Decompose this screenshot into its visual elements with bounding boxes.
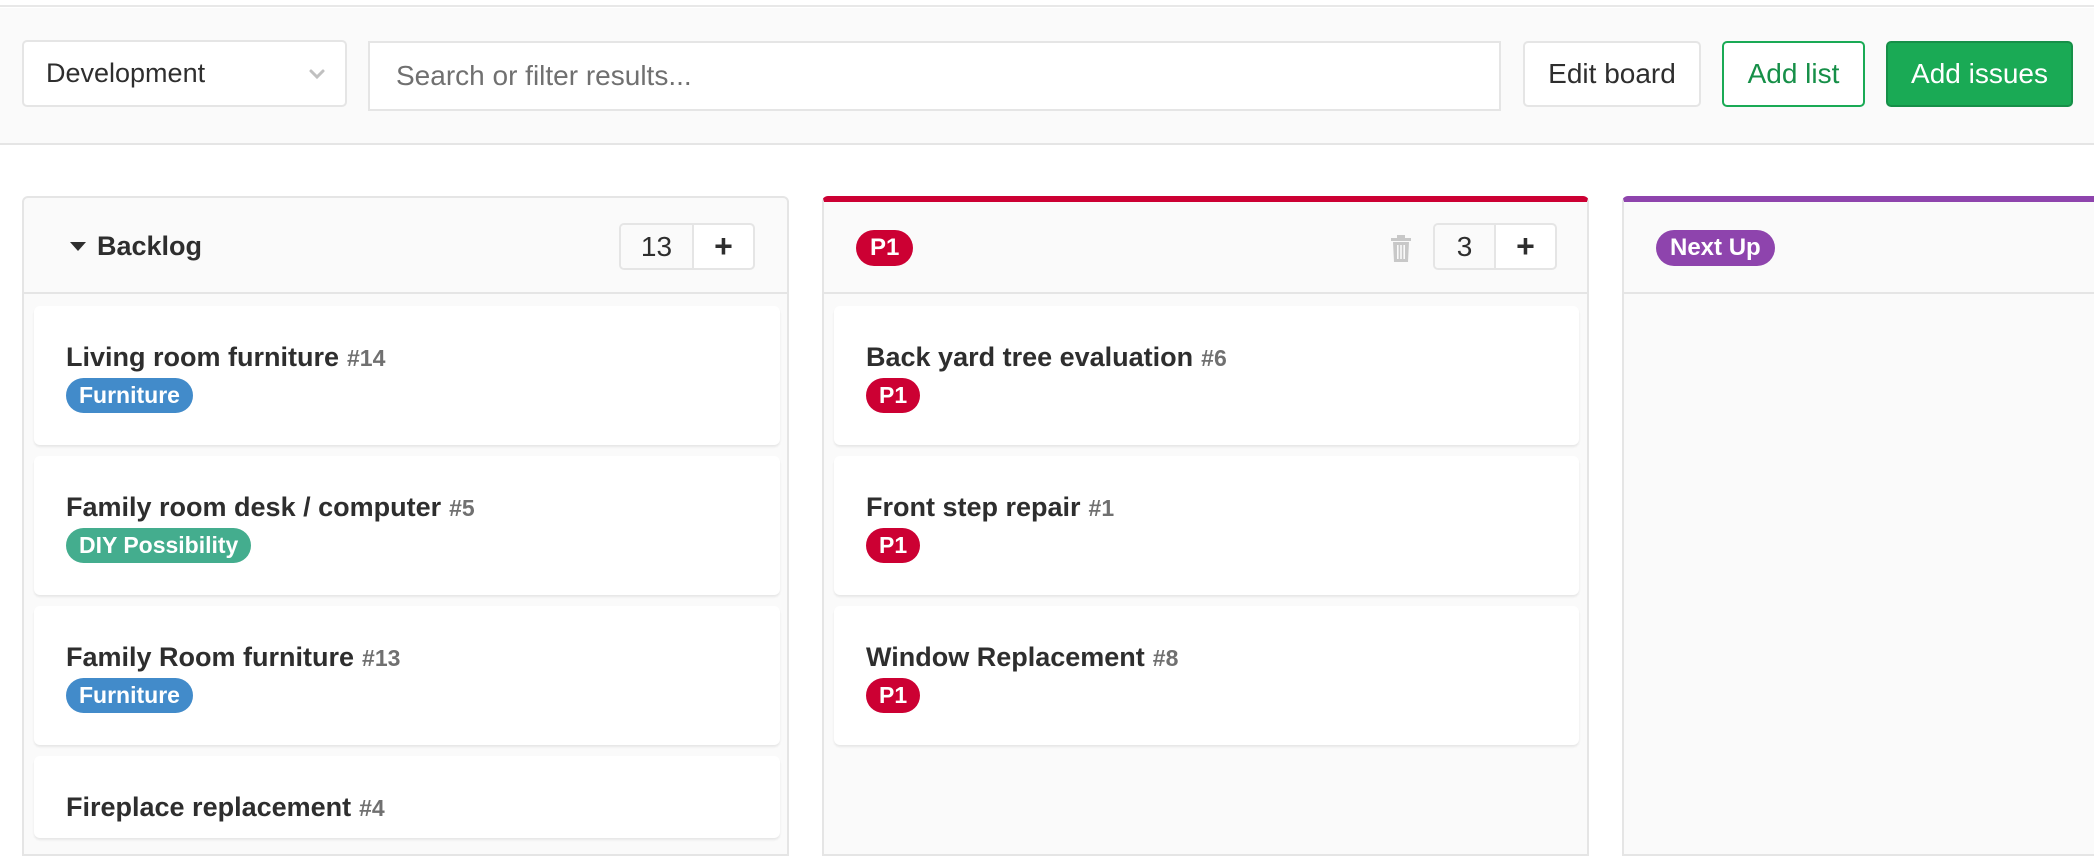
caret-down-icon[interactable] [70, 241, 86, 251]
issue-ref: #1 [1088, 495, 1115, 521]
issue-count-box: 13 + [619, 223, 755, 270]
label-furniture[interactable]: Furniture [66, 678, 193, 713]
issue-title-text[interactable]: Front step repair [866, 492, 1081, 522]
issue-title: Living room furniture #14 [66, 342, 385, 373]
issue-card[interactable]: Fireplace replacement #4 [34, 756, 780, 838]
issue-ref: #5 [449, 495, 475, 521]
issue-title: Window Replacement #8 [866, 642, 1178, 673]
list-label-next-up[interactable]: Next Up [1656, 230, 1775, 266]
add-issues-button[interactable]: Add issues [1886, 41, 2073, 107]
issue-count: 3 [1435, 225, 1496, 268]
issue-card[interactable]: Family room desk / computer #5 DIY Possib… [34, 456, 780, 595]
label-p1[interactable]: P1 [866, 528, 921, 563]
board-list-p1: P1 3 + Back yard tree evaluation #6 P1 Fr… [822, 196, 1589, 856]
issue-title: Fireplace replacement #4 [66, 792, 385, 823]
issue-card[interactable]: Window Replacement #8 P1 [834, 606, 1579, 745]
issue-title: Back yard tree evaluation #6 [866, 342, 1227, 373]
add-list-button[interactable]: Add list [1722, 41, 1865, 107]
issue-count-box: 3 + [1433, 223, 1557, 270]
issue-card[interactable]: Back yard tree evaluation #6 P1 [834, 306, 1579, 445]
label-p1[interactable]: P1 [866, 678, 921, 713]
issue-ref: #4 [359, 795, 385, 821]
label-diy-possibility[interactable]: DIY Possibility [66, 528, 252, 563]
board-list-next-up: Next Up [1622, 196, 2094, 856]
issue-title-text[interactable]: Living room furniture [66, 342, 339, 372]
plus-icon: + [714, 228, 733, 264]
chevron-down-icon [309, 69, 325, 80]
issue-ref: #6 [1201, 345, 1227, 371]
issue-title-text[interactable]: Window Replacement [866, 642, 1145, 672]
issue-card[interactable]: Family Room furniture #13 Furniture [34, 606, 780, 745]
board-select-value: Development [46, 58, 206, 88]
issue-count: 13 [621, 225, 694, 268]
issue-ref: #13 [362, 645, 401, 671]
filter-bar: Development Edit board Add list Add issu… [0, 8, 2094, 145]
list-title[interactable]: Backlog [70, 198, 202, 294]
list-header: P1 3 + [824, 202, 1587, 294]
issue-card[interactable]: Living room furniture #14 Furniture [34, 306, 780, 445]
label-p1[interactable]: P1 [866, 378, 921, 413]
label-furniture[interactable]: Furniture [66, 378, 193, 413]
list-header: Backlog 13 + [24, 198, 787, 294]
issue-title: Family room desk / computer #5 [66, 492, 475, 523]
list-header: Next Up [1624, 202, 2094, 294]
top-divider [0, 0, 2094, 7]
list-title-text: Backlog [97, 230, 203, 261]
issue-title: Family Room furniture #13 [66, 642, 400, 673]
issue-title-text[interactable]: Back yard tree evaluation [866, 342, 1193, 372]
list-label-p1[interactable]: P1 [856, 230, 914, 266]
issue-card[interactable]: Front step repair #1 P1 [834, 456, 1579, 595]
board-select[interactable]: Development [22, 40, 347, 107]
add-issue-button[interactable]: + [694, 225, 753, 268]
edit-board-button[interactable]: Edit board [1523, 41, 1701, 107]
issue-ref: #14 [347, 345, 386, 371]
search-input[interactable] [368, 41, 1501, 111]
trash-icon[interactable] [1390, 235, 1412, 263]
issue-title: Front step repair #1 [866, 492, 1114, 523]
board-list-backlog: Backlog 13 + Living room furniture #14 Fu… [22, 196, 789, 856]
issue-title-text[interactable]: Family room desk / computer [66, 492, 441, 522]
add-issue-button[interactable]: + [1496, 225, 1555, 268]
issue-title-text[interactable]: Family Room furniture [66, 642, 354, 672]
issue-title-text[interactable]: Fireplace replacement [66, 792, 351, 822]
plus-icon: + [1516, 228, 1535, 264]
issue-ref: #8 [1152, 645, 1179, 671]
